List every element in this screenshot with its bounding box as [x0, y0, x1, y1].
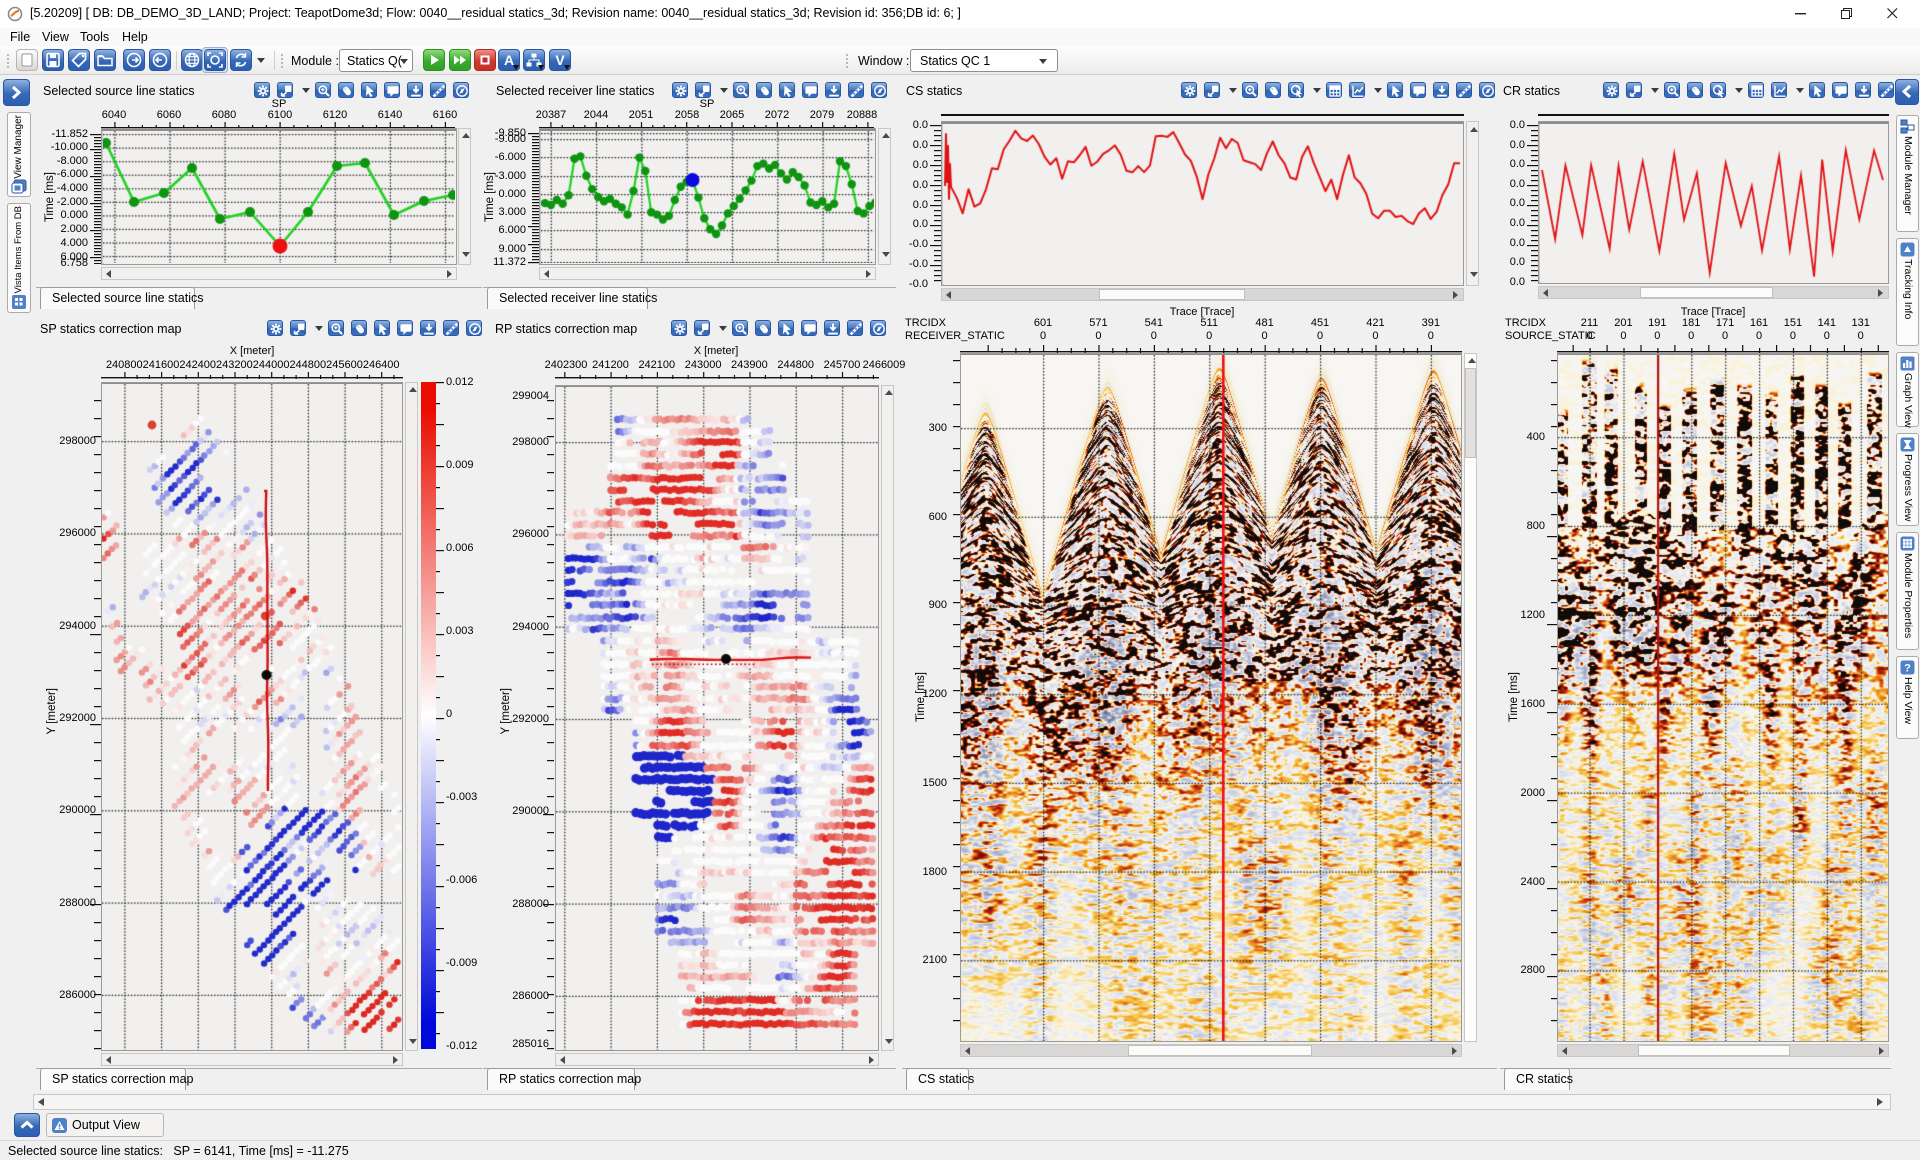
svg-text:?: ?	[1904, 663, 1911, 675]
